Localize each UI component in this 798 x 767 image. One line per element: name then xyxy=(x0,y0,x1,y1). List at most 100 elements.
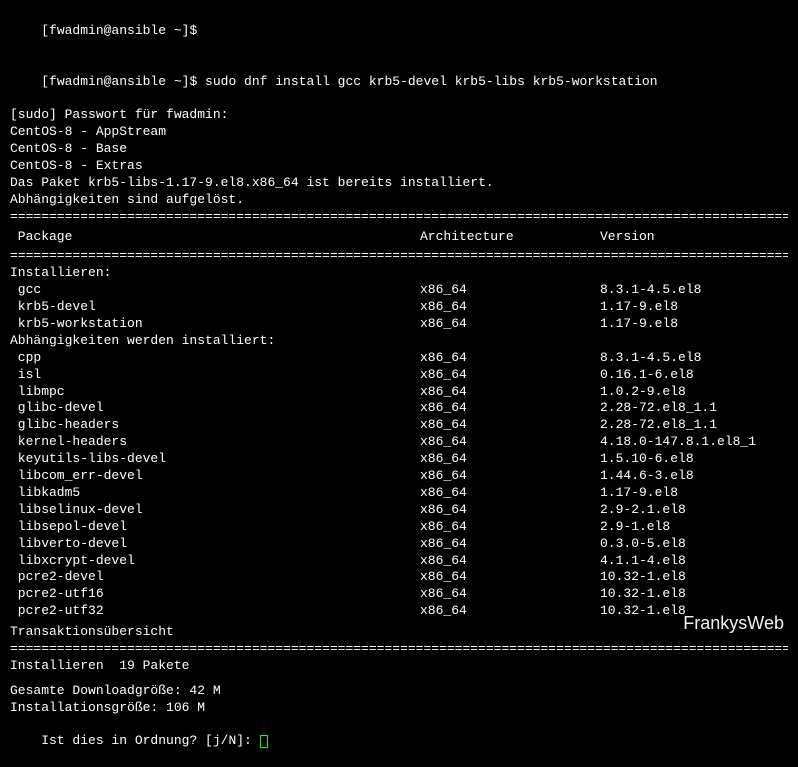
package-arch: x86_64 xyxy=(420,384,600,401)
install-package-list: gccx86_648.3.1-4.5.el8 krb5-develx86_641… xyxy=(10,282,788,333)
package-version: 8.3.1-4.5.el8 xyxy=(600,350,788,367)
header-architecture: Architecture xyxy=(420,229,600,246)
package-name: krb5-devel xyxy=(10,299,420,316)
prompt-line-command: [fwadmin@ansible ~]$ sudo dnf install gc… xyxy=(10,57,788,108)
divider-line: ========================================… xyxy=(10,248,788,265)
package-version: 0.3.0-5.el8 xyxy=(600,536,788,553)
package-arch: x86_64 xyxy=(420,553,600,570)
package-row: libmpcx86_641.0.2-9.el8 xyxy=(10,384,788,401)
package-name: glibc-headers xyxy=(10,417,420,434)
package-version: 1.17-9.el8 xyxy=(600,485,788,502)
package-arch: x86_64 xyxy=(420,282,600,299)
package-row: krb5-develx86_641.17-9.el8 xyxy=(10,299,788,316)
package-arch: x86_64 xyxy=(420,586,600,603)
package-name: keyutils-libs-devel xyxy=(10,451,420,468)
package-row: krb5-workstationx86_641.17-9.el8 xyxy=(10,316,788,333)
install-count: Installieren 19 Pakete xyxy=(10,658,788,675)
package-arch: x86_64 xyxy=(420,519,600,536)
package-arch: x86_64 xyxy=(420,417,600,434)
package-name: pcre2-utf16 xyxy=(10,586,420,603)
package-version: 1.5.10-6.el8 xyxy=(600,451,788,468)
package-row: glibc-develx86_642.28-72.el8_1.1 xyxy=(10,400,788,417)
package-arch: x86_64 xyxy=(420,536,600,553)
package-name: krb5-workstation xyxy=(10,316,420,333)
package-name: libxcrypt-devel xyxy=(10,553,420,570)
package-row: libverto-develx86_640.3.0-5.el8 xyxy=(10,536,788,553)
package-arch: x86_64 xyxy=(420,451,600,468)
install-section-header: Installieren: xyxy=(10,265,788,282)
confirm-prompt-line[interactable]: Ist dies in Ordnung? [j/N]: xyxy=(10,717,788,767)
prompt-text: [fwadmin@ansible ~]$ xyxy=(41,74,205,89)
sudo-password-prompt: [sudo] Passwort für fwadmin: xyxy=(10,107,788,124)
package-arch: x86_64 xyxy=(420,350,600,367)
transaction-summary-header: Transaktionsübersicht xyxy=(10,624,788,641)
package-name: pcre2-devel xyxy=(10,569,420,586)
package-version: 1.44.6-3.el8 xyxy=(600,468,788,485)
package-arch: x86_64 xyxy=(420,434,600,451)
package-arch: x86_64 xyxy=(420,468,600,485)
package-version: 1.17-9.el8 xyxy=(600,299,788,316)
package-name: gcc xyxy=(10,282,420,299)
package-arch: x86_64 xyxy=(420,299,600,316)
divider-line: ========================================… xyxy=(10,641,788,658)
cursor-icon xyxy=(260,735,268,748)
package-arch: x86_64 xyxy=(420,603,600,620)
package-arch: x86_64 xyxy=(420,316,600,333)
package-name: pcre2-utf32 xyxy=(10,603,420,620)
package-name: glibc-devel xyxy=(10,400,420,417)
package-name: libsepol-devel xyxy=(10,519,420,536)
package-name: libmpc xyxy=(10,384,420,401)
package-version: 2.9-2.1.el8 xyxy=(600,502,788,519)
package-version: 4.1.1-4.el8 xyxy=(600,553,788,570)
package-row: pcre2-utf16x86_6410.32-1.el8 xyxy=(10,586,788,603)
package-version: 2.28-72.el8_1.1 xyxy=(600,400,788,417)
watermark-label: FrankysWeb xyxy=(683,612,784,635)
deps-section-header: Abhängigkeiten werden installiert: xyxy=(10,333,788,350)
dependency-package-list: cppx86_648.3.1-4.5.el8 islx86_640.16.1-6… xyxy=(10,350,788,620)
package-arch: x86_64 xyxy=(420,400,600,417)
deps-resolved-msg: Abhängigkeiten sind aufgelöst. xyxy=(10,192,788,209)
download-size: Gesamte Downloadgröße: 42 M xyxy=(10,683,788,700)
package-version: 2.9-1.el8 xyxy=(600,519,788,536)
package-row: cppx86_648.3.1-4.5.el8 xyxy=(10,350,788,367)
package-version: 10.32-1.el8 xyxy=(600,569,788,586)
prompt-text: [fwadmin@ansible ~]$ xyxy=(41,23,197,38)
package-arch: x86_64 xyxy=(420,367,600,384)
package-arch: x86_64 xyxy=(420,502,600,519)
package-version: 1.17-9.el8 xyxy=(600,316,788,333)
install-size: Installationsgröße: 106 M xyxy=(10,700,788,717)
package-name: libcom_err-devel xyxy=(10,468,420,485)
package-version: 0.16.1-6.el8 xyxy=(600,367,788,384)
package-row: keyutils-libs-develx86_641.5.10-6.el8 xyxy=(10,451,788,468)
prompt-line-idle: [fwadmin@ansible ~]$ xyxy=(10,6,788,57)
package-version: 1.0.2-9.el8 xyxy=(600,384,788,401)
package-name: libverto-devel xyxy=(10,536,420,553)
package-row: glibc-headersx86_642.28-72.el8_1.1 xyxy=(10,417,788,434)
package-row: libxcrypt-develx86_644.1.1-4.el8 xyxy=(10,553,788,570)
package-row: islx86_640.16.1-6.el8 xyxy=(10,367,788,384)
package-row: pcre2-develx86_6410.32-1.el8 xyxy=(10,569,788,586)
divider-line: ========================================… xyxy=(10,209,788,226)
package-name: libselinux-devel xyxy=(10,502,420,519)
header-version: Version xyxy=(600,229,788,246)
package-row: kernel-headersx86_644.18.0-147.8.1.el8_1 xyxy=(10,434,788,451)
table-header-row: Package Architecture Version xyxy=(10,226,788,249)
header-package: Package xyxy=(10,229,420,246)
terminal-output: [fwadmin@ansible ~]$ [fwadmin@ansible ~]… xyxy=(10,6,788,767)
package-version: 10.32-1.el8 xyxy=(600,586,788,603)
confirm-prompt-text: Ist dies in Ordnung? [j/N]: xyxy=(41,733,259,748)
package-name: cpp xyxy=(10,350,420,367)
package-name: kernel-headers xyxy=(10,434,420,451)
package-row: libselinux-develx86_642.9-2.1.el8 xyxy=(10,502,788,519)
repo-line: CentOS-8 - Base xyxy=(10,141,788,158)
package-row: pcre2-utf32x86_6410.32-1.el8 xyxy=(10,603,788,620)
repo-line: CentOS-8 - AppStream xyxy=(10,124,788,141)
package-version: 4.18.0-147.8.1.el8_1 xyxy=(600,434,788,451)
package-version: 2.28-72.el8_1.1 xyxy=(600,417,788,434)
package-name: isl xyxy=(10,367,420,384)
package-arch: x86_64 xyxy=(420,485,600,502)
already-installed-msg: Das Paket krb5-libs-1.17-9.el8.x86_64 is… xyxy=(10,175,788,192)
package-row: libsepol-develx86_642.9-1.el8 xyxy=(10,519,788,536)
package-row: libcom_err-develx86_641.44.6-3.el8 xyxy=(10,468,788,485)
package-row: libkadm5x86_641.17-9.el8 xyxy=(10,485,788,502)
